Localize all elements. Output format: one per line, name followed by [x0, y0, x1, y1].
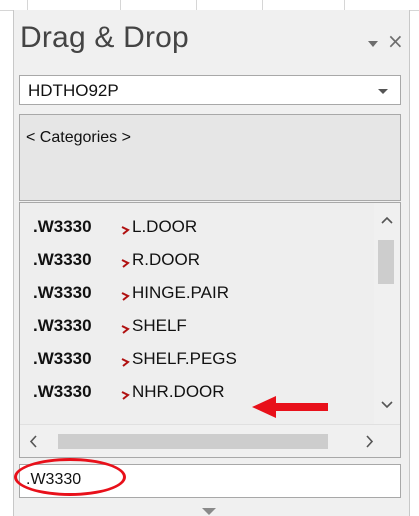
list-item[interactable]: .W3330 SHELF.PEGS	[20, 343, 370, 376]
link-marker-icon	[121, 226, 130, 235]
scroll-up-icon[interactable]	[380, 215, 394, 225]
horizontal-scroll-thumb[interactable]	[58, 434, 328, 449]
part-code: .W3330	[33, 283, 92, 302]
expand-arrow-icon[interactable]	[202, 508, 216, 515]
dropdown-arrow-icon[interactable]	[378, 89, 388, 94]
list-item[interactable]: .W3330 L.DOOR	[20, 211, 370, 244]
chevron-down-icon[interactable]	[368, 41, 378, 47]
part-code: .W3330	[33, 349, 92, 368]
link-marker-icon	[121, 292, 130, 301]
categories-box[interactable]: < Categories >	[19, 114, 401, 201]
library-combo[interactable]: HDTHO92P	[19, 75, 401, 105]
vertical-scroll-thumb[interactable]	[378, 240, 394, 284]
list-item[interactable]: .W3330 HINGE.PAIR	[20, 277, 370, 310]
scroll-left-icon[interactable]	[28, 434, 38, 449]
part-name: R.DOOR	[132, 250, 200, 269]
part-code: .W3330	[33, 382, 92, 401]
scroll-down-icon[interactable]	[380, 400, 394, 410]
part-name: SHELF	[132, 316, 187, 335]
annotation-circle	[14, 458, 126, 496]
part-code: .W3330	[33, 217, 92, 236]
part-name: NHR.DOOR	[132, 382, 225, 401]
part-code: .W3330	[33, 316, 92, 335]
library-combo-value: HDTHO92P	[28, 81, 119, 100]
link-marker-icon	[121, 259, 130, 268]
part-name: SHELF.PEGS	[132, 349, 237, 368]
parts-list[interactable]: .W3330 L.DOOR .W3330 R.DOOR .W3330 HINGE…	[19, 202, 401, 458]
vertical-scrollbar[interactable]	[374, 203, 400, 425]
categories-label: < Categories >	[26, 129, 131, 146]
list-item[interactable]: .W3330 SHELF	[20, 310, 370, 343]
list-item[interactable]: .W3330 R.DOOR	[20, 244, 370, 277]
panel-title: Drag & Drop	[20, 21, 189, 54]
part-name: L.DOOR	[132, 217, 198, 236]
horizontal-scrollbar[interactable]	[20, 424, 400, 457]
close-icon[interactable]: ×	[387, 29, 404, 53]
link-marker-icon	[121, 358, 130, 367]
annotation-arrow-icon	[252, 396, 328, 418]
link-marker-icon	[121, 325, 130, 334]
part-name: HINGE.PAIR	[132, 283, 229, 302]
part-code: .W3330	[33, 250, 92, 269]
scroll-right-icon[interactable]	[365, 434, 375, 449]
link-marker-icon	[121, 391, 130, 400]
